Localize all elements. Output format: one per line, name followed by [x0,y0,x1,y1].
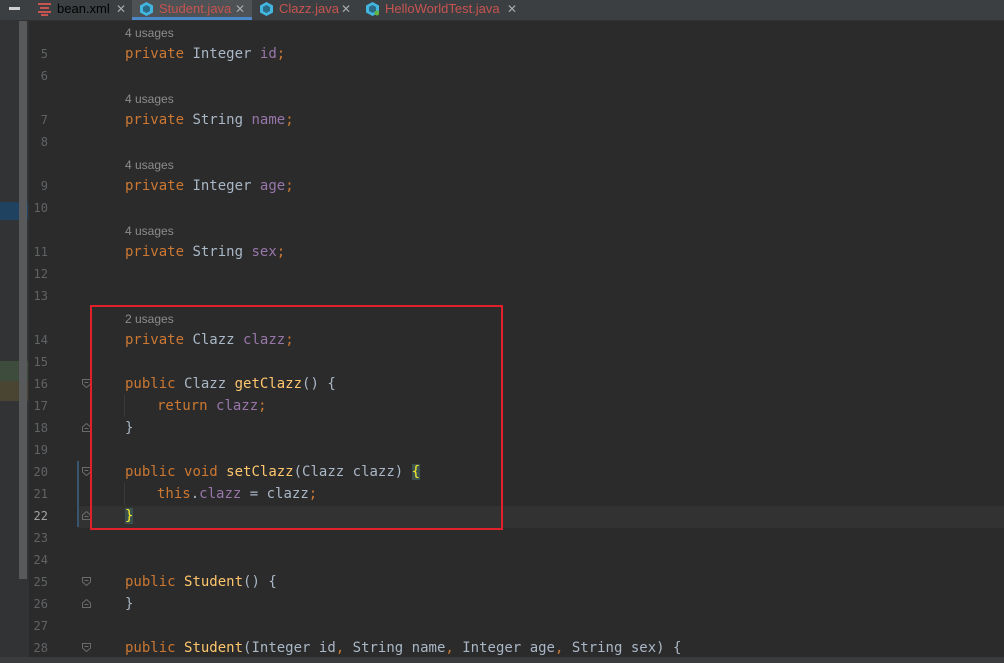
method-name: Student [184,640,244,656]
line-number: 10 [33,201,48,215]
type: String [192,112,244,128]
line-number: 20 [33,465,48,479]
usages-hint[interactable]: 4 usages [125,26,174,40]
line-number: 5 [40,47,48,61]
code-line-26: } [125,596,133,612]
line-number: 9 [40,179,48,193]
paren: () [243,574,260,590]
java-class-icon [260,2,273,16]
parameter: age [529,640,555,656]
keyword: public [125,574,176,590]
keyword: private [125,46,185,62]
line-number: 13 [33,289,48,303]
close-tab-icon[interactable]: ✕ [507,0,517,18]
parameter: id [318,640,336,656]
horizontal-scrollbar[interactable] [0,657,1004,663]
close-tab-icon[interactable]: ✕ [235,0,245,18]
brace: } [125,596,134,612]
code-line-28: public Student(Integer id, String name, … [125,640,681,656]
keyword: private [125,244,185,260]
xml-file-icon [38,3,51,16]
java-test-class-icon [366,2,379,16]
line-number: 8 [40,135,48,149]
type: String [352,640,404,656]
code-line-5: private Integer id; [125,46,285,62]
code-line-11: private String sex; [125,244,285,260]
punct: ; [285,178,294,194]
line-number: 21 [33,487,48,501]
code-line-7: private String name; [125,112,294,128]
punct: ; [285,112,294,128]
type: Integer [462,640,522,656]
line-number: 15 [33,355,48,369]
brace: { [673,640,682,656]
tab-bean-xml[interactable]: bean.xml ✕ [30,0,130,20]
close-tab-icon[interactable]: ✕ [116,0,126,18]
keyword: public [125,640,176,656]
line-number: 12 [33,267,48,281]
tab-label: HelloWorldTest.java [385,1,500,16]
punct: , [335,640,353,656]
line-number: 11 [33,245,48,259]
line-number: 24 [33,553,48,567]
field: age [259,178,286,194]
fold-end-icon[interactable] [82,599,91,608]
field: name [251,112,286,128]
line-number: 7 [40,113,48,127]
punct: ; [276,244,286,260]
keyword: private [125,178,185,194]
type: String [571,640,623,656]
punct: ; [276,46,286,62]
fold-collapse-icon[interactable] [82,577,91,586]
line-number: 14 [33,333,48,347]
line-number: 17 [33,399,48,413]
tab-student-java[interactable]: Student.java ✕ [132,0,252,20]
tab-label: Student.java [159,1,232,16]
line-number: 26 [33,597,48,611]
keyword: private [125,112,185,128]
line-number: 19 [33,443,48,457]
tab-clazz-java[interactable]: Clazz.java ✕ [254,0,354,20]
vcs-changed-marker [77,461,79,527]
code-editor[interactable]: 5 6 7 8 9 10 11 12 13 14 15 16 17 18 19 … [0,21,1004,663]
paren: ) [656,640,665,656]
line-number: 18 [33,421,48,435]
line-number-current: 22 [33,509,48,523]
line-number: 6 [40,69,48,83]
field: sex [251,244,277,260]
fold-collapse-icon[interactable] [82,643,91,652]
line-number: 27 [33,619,48,633]
code-line-9: private Integer age; [125,178,294,194]
type: Integer [192,46,252,62]
red-annotation-box [90,305,503,530]
type: String [192,244,244,260]
close-tab-icon[interactable]: ✕ [341,0,351,18]
line-number: 16 [33,377,48,391]
parameter: sex [630,640,657,656]
field: id [259,46,277,62]
vertical-scrollbar[interactable] [19,21,27,579]
brace: { [268,574,277,590]
type: Integer [251,640,311,656]
method-name: Student [184,574,244,590]
punct: , [445,640,463,656]
line-number: 23 [33,531,48,545]
usages-hint[interactable]: 4 usages [125,224,174,238]
tab-label: bean.xml [57,1,110,16]
usages-hint[interactable]: 4 usages [125,92,174,106]
usages-hint[interactable]: 4 usages [125,158,174,172]
parameter: name [411,640,446,656]
code-line-25: public Student() { [125,574,277,590]
java-class-icon [140,2,153,16]
editor-tab-bar: bean.xml ✕ Student.java ✕ Clazz.java ✕ H… [0,0,1004,21]
type: Integer [192,178,252,194]
line-number: 25 [33,575,48,589]
line-number: 28 [33,641,48,655]
tab-label: Clazz.java [279,1,339,16]
minimize-icon[interactable] [9,7,20,10]
tab-helloworldtest-java[interactable]: HelloWorldTest.java ✕ [360,0,520,20]
punct: , [554,640,572,656]
